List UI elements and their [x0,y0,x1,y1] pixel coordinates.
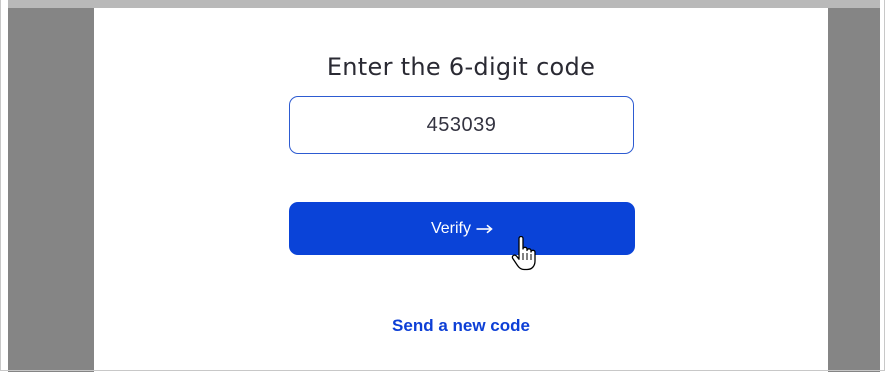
screen-frame [0,0,885,371]
